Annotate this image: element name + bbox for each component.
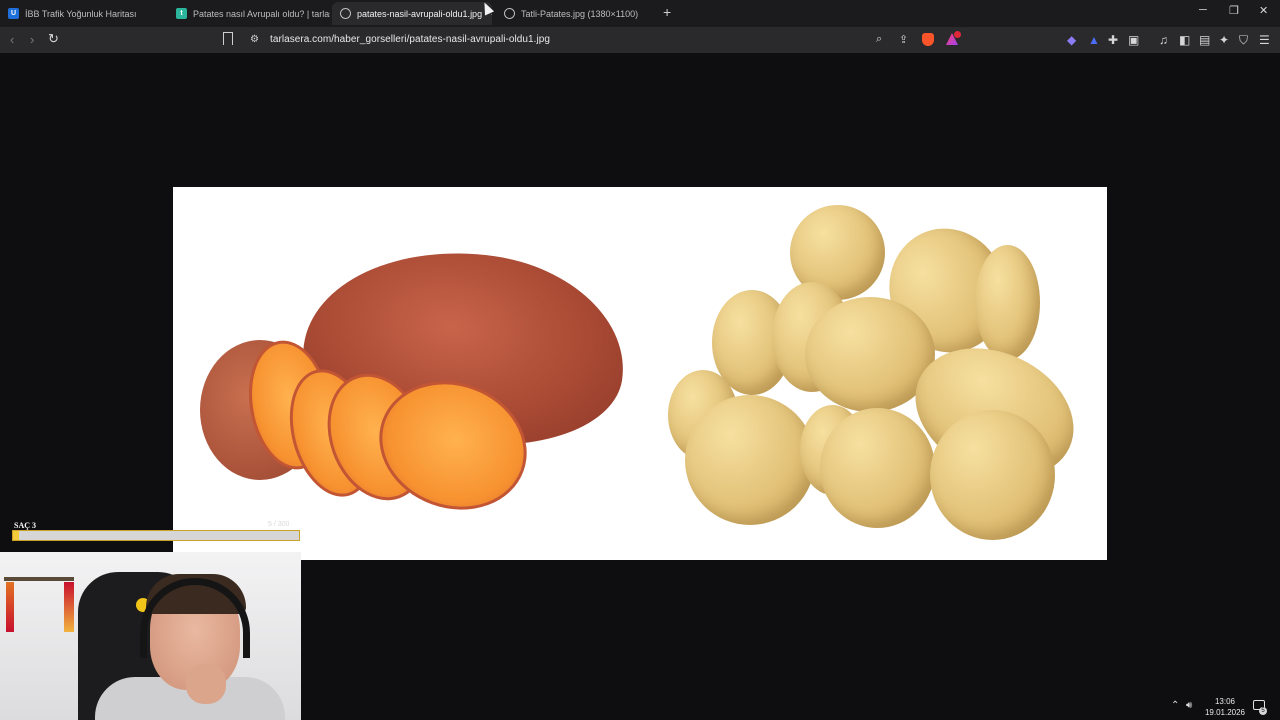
- wallet-icon[interactable]: ▤: [1199, 33, 1210, 47]
- tab-sweet-potato-image[interactable]: Tatli-Patates.jpg (1380×1100): [496, 2, 656, 25]
- webcam-shelf: [4, 577, 74, 581]
- media-icon[interactable]: ♫: [1159, 33, 1168, 47]
- tab-title: İBB Trafik Yoğunluk Haritası: [25, 8, 137, 19]
- overlay-label: SAÇ 3: [14, 521, 37, 530]
- rewards-badge: [954, 31, 961, 38]
- potato: [685, 395, 815, 525]
- webcam-person-hand: [186, 664, 226, 704]
- new-tab-button[interactable]: +: [663, 4, 671, 20]
- globe-icon: [504, 8, 515, 19]
- overlay-progress-fill: [13, 531, 19, 540]
- tab-title: Tatli-Patates.jpg (1380×1100): [521, 8, 639, 19]
- globe-icon: [340, 8, 351, 19]
- tab-potato-image[interactable]: patates-nasil-avrupali-oldu1.jpg ✕: [332, 2, 492, 25]
- bookmark-icon[interactable]: [223, 32, 233, 45]
- tab-strip: U İBB Trafik Yoğunluk Haritası t Patates…: [0, 0, 1280, 27]
- potato: [975, 245, 1040, 360]
- tab-title: Patates nasıl Avrupalı oldu? | tarlasera: [193, 8, 330, 19]
- tab-ibb-traffic[interactable]: U İBB Trafik Yoğunluk Haritası: [0, 2, 168, 25]
- screenshot-icon[interactable]: ▣: [1128, 33, 1139, 47]
- minimize-icon[interactable]: ─: [1199, 4, 1207, 16]
- forward-icon[interactable]: ›: [30, 32, 34, 47]
- potato: [930, 410, 1055, 540]
- tray-chevron-icon[interactable]: ⌃: [1171, 700, 1179, 711]
- webcam-scarf: [64, 582, 74, 632]
- taskbar-clock[interactable]: 13:06 19.01.2026: [1203, 696, 1247, 718]
- menu-icon[interactable]: ☰: [1259, 33, 1270, 47]
- clock-time: 13:06: [1214, 697, 1236, 706]
- sidebar-icon[interactable]: ◧: [1179, 33, 1190, 47]
- url-text[interactable]: tarlasera.com/haber_gorselleri/patates-n…: [270, 34, 550, 45]
- leo-ai-icon[interactable]: ◆: [1067, 33, 1076, 47]
- tab-title: patates-nasil-avrupali-oldu1.jpg: [357, 8, 483, 19]
- webcam-overlay: [0, 552, 301, 720]
- site-info-icon[interactable]: ⚙: [250, 34, 259, 45]
- ibb-logo-icon: U: [8, 8, 19, 19]
- overlay-progress-bar: [12, 530, 300, 541]
- back-icon[interactable]: ‹: [10, 32, 14, 47]
- webcam-scarf: [6, 582, 14, 632]
- tab-tarlasera-article[interactable]: t Patates nasıl Avrupalı oldu? | tarlase…: [168, 2, 330, 25]
- shield-icon[interactable]: ⛉: [1239, 33, 1248, 48]
- brave-shields-icon[interactable]: [922, 33, 934, 46]
- zoom-icon[interactable]: ⌕: [876, 33, 882, 46]
- potato: [820, 408, 935, 528]
- share-icon[interactable]: ⇪: [899, 33, 908, 46]
- tarlasera-icon: t: [176, 8, 187, 19]
- notification-badge: 5: [1259, 707, 1267, 715]
- speaker-icon[interactable]: 🔊︎: [1186, 700, 1192, 711]
- restore-icon[interactable]: ❐: [1229, 4, 1239, 17]
- ai-sparkle-icon[interactable]: ✦: [1219, 33, 1229, 47]
- overlay-count: 5 / 300: [268, 521, 290, 528]
- clock-date: 19.01.2026: [1204, 708, 1246, 717]
- extensions-icon[interactable]: ✚: [1108, 33, 1118, 47]
- reload-icon[interactable]: ↻: [48, 31, 59, 47]
- close-window-icon[interactable]: ✕: [1259, 4, 1268, 17]
- vpn-icon[interactable]: ▲: [1088, 33, 1100, 47]
